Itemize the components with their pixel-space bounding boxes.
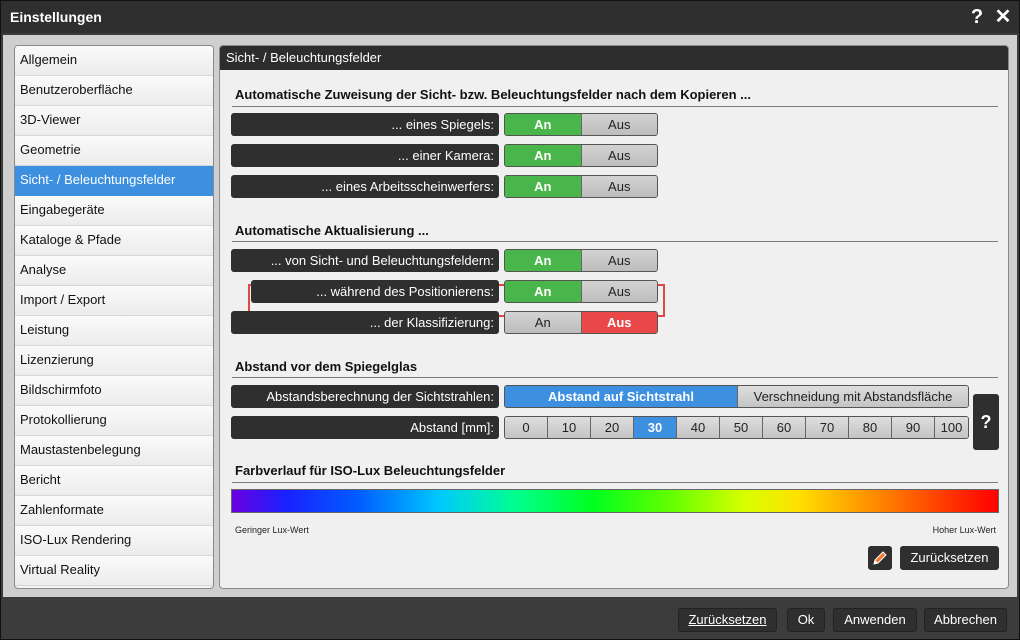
sidebar-item-3d-viewer[interactable]: 3D-Viewer <box>15 106 213 136</box>
sidebar-item-kataloge-pfade[interactable]: Kataloge & Pfade <box>15 226 213 256</box>
sidebar-item-eingabegeraete[interactable]: Eingabegeräte <box>15 196 213 226</box>
distance-option[interactable]: 10 <box>547 417 590 438</box>
row-label-work-light: ... eines Arbeitsscheinwerfers: <box>231 175 499 198</box>
help-icon[interactable]: ? <box>965 4 989 30</box>
toggle-on-button[interactable]: An <box>505 250 581 271</box>
toggle-work-light: An Aus <box>504 175 658 198</box>
edit-gradient-button[interactable] <box>868 546 892 570</box>
row-label-classification: ... der Klassifizierung: <box>231 311 499 334</box>
distance-option[interactable]: 70 <box>805 417 848 438</box>
sidebar-item-import-export[interactable]: Import / Export <box>15 286 213 316</box>
settings-panel: Sicht- / Beleuchtungsfelder Automatische… <box>219 45 1009 589</box>
row-label-mirror: ... eines Spiegels: <box>231 113 499 136</box>
row-label-distance-calc: Abstandsberechnung der Sichtstrahlen: <box>231 385 499 408</box>
section-title-mirror-distance: Abstand vor dem Spiegelglas <box>235 359 418 374</box>
distance-option[interactable]: 80 <box>848 417 891 438</box>
distance-option[interactable]: 90 <box>891 417 934 438</box>
toggle-on-button[interactable]: An <box>505 312 581 333</box>
distance-option[interactable]: 50 <box>719 417 762 438</box>
settings-dialog: Einstellungen ? ✕ Allgemein Benutzerober… <box>0 0 1020 640</box>
window-title: Einstellungen <box>10 9 102 25</box>
close-icon[interactable]: ✕ <box>991 4 1015 30</box>
calc-option-sight-ray[interactable]: Abstand auf Sichtstrahl <box>505 386 737 407</box>
row-label-distance: Abstand [mm]: <box>231 416 499 439</box>
footer-reset-label: Zurücksetzen <box>688 612 767 627</box>
distance-option[interactable]: 20 <box>590 417 633 438</box>
toggle-off-button[interactable]: Aus <box>580 281 657 302</box>
sidebar-item-allgemein[interactable]: Allgemein <box>15 46 213 76</box>
distance-option[interactable]: 0 <box>505 417 547 438</box>
toggle-off-button[interactable]: Aus <box>580 114 657 135</box>
distance-selector: 0 10 20 30 40 50 60 70 80 90 100 <box>504 416 969 439</box>
sidebar-item-analyse[interactable]: Analyse <box>15 256 213 286</box>
toggle-on-button[interactable]: An <box>505 114 581 135</box>
sidebar-item-maustastenbelegung[interactable]: Maustastenbelegung <box>15 436 213 466</box>
sidebar-item-sicht-beleuchtungsfelder[interactable]: Sicht- / Beleuchtungsfelder <box>15 166 213 196</box>
gradient-low-label: Geringer Lux-Wert <box>235 525 309 535</box>
distance-option[interactable]: 100 <box>934 417 968 438</box>
sidebar-item-bericht[interactable]: Bericht <box>15 466 213 496</box>
toggle-classification: An Aus <box>504 311 658 334</box>
settings-sidebar: Allgemein Benutzeroberfläche 3D-Viewer G… <box>14 45 214 589</box>
cancel-button[interactable]: Abbrechen <box>924 608 1007 632</box>
calc-option-intersection[interactable]: Verschneidung mit Abstandsfläche <box>737 386 968 407</box>
toggle-camera: An Aus <box>504 144 658 167</box>
distance-calc-selector: Abstand auf Sichtstrahl Verschneidung mi… <box>504 385 969 408</box>
gradient-reset-button[interactable]: Zurücksetzen <box>900 546 999 570</box>
panel-title: Sicht- / Beleuchtungsfelder <box>220 46 1008 70</box>
distance-option[interactable]: 40 <box>676 417 719 438</box>
section-divider <box>232 482 998 483</box>
ok-button[interactable]: Ok <box>787 608 825 632</box>
distance-option[interactable]: 60 <box>762 417 805 438</box>
sidebar-item-lizenzierung[interactable]: Lizenzierung <box>15 346 213 376</box>
row-label-fields-update: ... von Sicht- und Beleuchtungsfeldern: <box>231 249 499 272</box>
distance-option-selected[interactable]: 30 <box>633 417 676 438</box>
apply-button[interactable]: Anwenden <box>833 608 917 632</box>
sidebar-item-zahlenformate[interactable]: Zahlenformate <box>15 496 213 526</box>
toggle-on-button[interactable]: An <box>505 176 581 197</box>
section-divider <box>232 377 998 378</box>
toggle-fields-update: An Aus <box>504 249 658 272</box>
iso-lux-color-gradient[interactable] <box>231 489 999 513</box>
row-label-positioning: ... während des Positionierens: <box>251 280 499 303</box>
sidebar-item-virtual-reality[interactable]: Virtual Reality <box>15 556 213 586</box>
sidebar-item-bildschirmfoto[interactable]: Bildschirmfoto <box>15 376 213 406</box>
sidebar-item-benutzeroberflaeche[interactable]: Benutzeroberfläche <box>15 76 213 106</box>
toggle-positioning: An Aus <box>504 280 658 303</box>
sidebar-item-iso-lux-rendering[interactable]: ISO-Lux Rendering <box>15 526 213 556</box>
pencil-icon <box>873 551 887 565</box>
toggle-on-button[interactable]: An <box>505 281 581 302</box>
section-title-color-gradient: Farbverlauf für ISO-Lux Beleuchtungsfeld… <box>235 463 506 478</box>
distance-help-button[interactable]: ? <box>973 394 999 450</box>
footer-reset-button[interactable]: Zurücksetzen <box>678 608 777 632</box>
toggle-mirror: An Aus <box>504 113 658 136</box>
toggle-off-button[interactable]: Aus <box>580 176 657 197</box>
row-label-camera: ... einer Kamera: <box>231 144 499 167</box>
sidebar-item-geometrie[interactable]: Geometrie <box>15 136 213 166</box>
section-divider <box>232 241 998 242</box>
section-title-auto-assign: Automatische Zuweisung der Sicht- bzw. B… <box>235 87 751 102</box>
title-bar: Einstellungen ? ✕ <box>1 1 1019 33</box>
sidebar-item-leistung[interactable]: Leistung <box>15 316 213 346</box>
sidebar-item-protokollierung[interactable]: Protokollierung <box>15 406 213 436</box>
toggle-off-button[interactable]: Aus <box>580 145 657 166</box>
toggle-off-button[interactable]: Aus <box>580 312 657 333</box>
toggle-off-button[interactable]: Aus <box>580 250 657 271</box>
dialog-content: Allgemein Benutzeroberfläche 3D-Viewer G… <box>3 35 1017 597</box>
section-title-auto-update: Automatische Aktualisierung ... <box>235 223 429 238</box>
toggle-on-button[interactable]: An <box>505 145 581 166</box>
section-divider <box>232 106 998 107</box>
gradient-high-label: Hoher Lux-Wert <box>932 525 996 535</box>
